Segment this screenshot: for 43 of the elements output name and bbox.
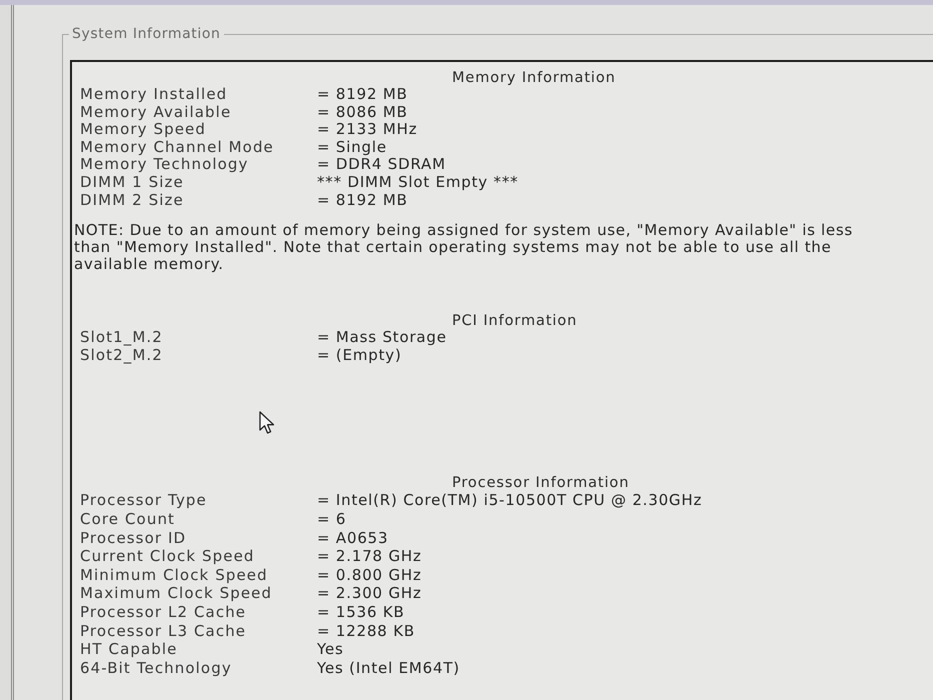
field-label: Processor Type xyxy=(80,491,207,510)
field-value: = Intel(R) Core(TM) i5-10500T CPU @ 2.30GHz xyxy=(317,491,702,510)
field-value: = 2.178 GHz xyxy=(317,547,422,566)
field-value: = Mass Storage xyxy=(317,329,447,347)
field-value: = 8192 MB xyxy=(317,86,408,104)
field-label: Processor L3 Cache xyxy=(80,622,246,640)
group-title: System Information xyxy=(69,25,224,43)
field-label: Memory Technology xyxy=(80,155,248,174)
section-heading: Memory Information xyxy=(452,70,616,86)
section-heading: Processor Information xyxy=(452,475,630,492)
field-value: = 2133 MHz xyxy=(317,121,418,139)
field-label: Memory Speed xyxy=(80,120,206,138)
field-label: Maximum Clock Speed xyxy=(80,584,272,602)
field-value: = 2.300 GHz xyxy=(317,584,422,603)
field-value: = DDR4 SDRAM xyxy=(317,156,446,174)
field-value: = A0653 xyxy=(317,528,388,548)
field-label: Core Count xyxy=(80,510,176,528)
field-label: Current Clock Speed xyxy=(80,547,255,566)
field-value: = 6 xyxy=(317,510,346,529)
field-label: 64-Bit Technology xyxy=(80,658,232,677)
field-value: = 1536 KB xyxy=(317,602,405,622)
field-label: DIMM 1 Size xyxy=(80,172,184,191)
field-value: = 8086 MB xyxy=(317,104,408,122)
field-label: HT Capable xyxy=(80,640,178,658)
field-label: Memory Channel Mode xyxy=(80,138,274,156)
field-value: = 0.800 GHz xyxy=(317,566,422,584)
field-label: DIMM 2 Size xyxy=(80,190,184,209)
section-heading: PCI Information xyxy=(452,313,578,330)
field-label: Processor ID xyxy=(80,528,186,547)
field-value: = 12288 KB xyxy=(317,622,415,640)
field-label: Slot2_M.2 xyxy=(80,346,163,364)
field-value: = (Empty) xyxy=(317,346,402,364)
field-label: Memory Installed xyxy=(80,85,228,103)
field-label: Memory Available xyxy=(80,102,232,121)
field-label: Processor L2 Cache xyxy=(80,602,246,621)
field-value: = Single xyxy=(317,138,387,156)
field-value: Yes (Intel EM64T) xyxy=(317,658,460,678)
field-value: *** DIMM Slot Empty *** xyxy=(317,174,518,192)
field-label: Minimum Clock Speed xyxy=(80,566,268,584)
field-value: = 8192 MB xyxy=(317,192,408,210)
field-label: Slot1_M.2 xyxy=(80,328,163,346)
field-value: Yes xyxy=(317,640,344,659)
note-text: NOTE: Due to an amount of memory being assigned for system use, "Memory Available" is less than "Memory Installed". Note that certain operating systems may not be able to use all the available memory. xyxy=(74,222,854,274)
